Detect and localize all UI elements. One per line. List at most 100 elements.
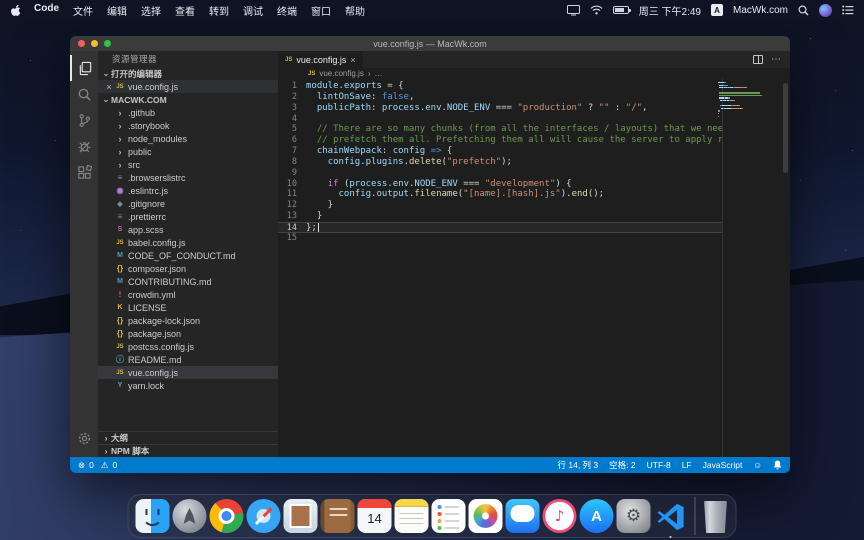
code-editor[interactable]: 1module.exports = {2 lintOnSave: false,3… <box>278 79 790 457</box>
dock-vscode-icon[interactable] <box>654 499 688 533</box>
dock-mail-icon[interactable] <box>284 499 318 533</box>
display-icon[interactable] <box>567 5 580 16</box>
dock-photos-icon[interactable] <box>469 499 503 533</box>
tree-item[interactable]: ◆.gitignore <box>98 197 278 210</box>
tree-item[interactable]: !crowdin.yml <box>98 288 278 301</box>
editor-scrollbar[interactable] <box>783 83 788 173</box>
code-line-12[interactable]: 12 } <box>278 200 723 211</box>
explorer-icon[interactable] <box>70 55 98 81</box>
feedback-smiley-icon[interactable]: ☺ <box>753 460 762 470</box>
breadcrumb[interactable]: JS vue.config.js › … <box>278 68 790 79</box>
dock-appstore-icon[interactable]: A <box>580 499 614 533</box>
tab-vue-config-js[interactable]: JS vue.config.js × <box>278 51 363 68</box>
dock-finder-icon[interactable] <box>136 499 170 533</box>
code-line-9[interactable]: 9 <box>278 168 723 179</box>
open-editors-header[interactable]: ⌄打开的编辑器 <box>98 67 278 80</box>
breadcrumb-more[interactable]: … <box>374 69 382 78</box>
dock-notes-icon[interactable] <box>395 499 429 533</box>
battery-icon[interactable] <box>613 6 629 14</box>
search-icon[interactable] <box>70 81 98 107</box>
tree-item[interactable]: ›node_modules <box>98 132 278 145</box>
status-item-4[interactable]: JavaScript <box>703 460 743 470</box>
dock-calendar-icon[interactable]: 14 <box>358 499 392 533</box>
menu-item-8[interactable]: 窗口 <box>311 3 331 18</box>
code-line-7[interactable]: 7 chainWebpack: config => { <box>278 146 723 157</box>
dock-trash-icon[interactable] <box>703 501 729 533</box>
tree-item[interactable]: ›public <box>98 145 278 158</box>
code-line-15[interactable]: 15 <box>278 233 723 244</box>
minimize-window-button[interactable] <box>91 40 98 47</box>
more-actions-icon[interactable]: ⋯ <box>771 54 782 65</box>
code-line-11[interactable]: 11 config.output.filename("[name].[hash]… <box>278 189 723 200</box>
tree-item[interactable]: ›src <box>98 158 278 171</box>
status-item-1[interactable]: 空格: 2 <box>609 459 635 471</box>
code-line-6[interactable]: 6 // prefetch them all. Prefetching them… <box>278 135 723 146</box>
source-control-icon[interactable] <box>70 107 98 133</box>
status-item-2[interactable]: UTF-8 <box>647 460 671 470</box>
open-editor-item[interactable]: × JS vue.config.js <box>98 80 278 93</box>
apple-menu-icon[interactable] <box>10 4 22 16</box>
tree-item[interactable]: MCONTRIBUTING.md <box>98 275 278 288</box>
debug-icon[interactable] <box>70 133 98 159</box>
notifications-bell-icon[interactable] <box>773 460 782 470</box>
spotlight-icon[interactable] <box>798 5 809 16</box>
tree-item[interactable]: ›.github <box>98 106 278 119</box>
folder-root-header[interactable]: ⌄MACWK.COM <box>98 93 278 106</box>
warning-count[interactable]: 0 <box>112 460 117 470</box>
dock-chrome-icon[interactable] <box>210 499 244 533</box>
menu-account[interactable]: MacWk.com <box>733 5 788 16</box>
status-item-0[interactable]: 行 14, 列 3 <box>558 459 599 471</box>
tree-item[interactable]: {}package.json <box>98 327 278 340</box>
close-tab-icon[interactable]: × <box>350 55 355 65</box>
status-item-3[interactable]: LF <box>682 460 692 470</box>
tree-item[interactable]: JSpostcss.config.js <box>98 340 278 353</box>
menu-item-6[interactable]: 调试 <box>243 3 263 18</box>
menu-item-2[interactable]: 编辑 <box>107 3 127 18</box>
tree-item[interactable]: MCODE_OF_CONDUCT.md <box>98 249 278 262</box>
notification-center-icon[interactable] <box>842 5 854 15</box>
settings-gear-icon[interactable] <box>70 425 98 451</box>
menu-item-7[interactable]: 终端 <box>277 3 297 18</box>
tree-item[interactable]: JSvue.config.js <box>98 366 278 379</box>
menu-item-5[interactable]: 转到 <box>209 3 229 18</box>
code-line-3[interactable]: 3 publicPath: process.env.NODE_ENV === "… <box>278 103 723 114</box>
tree-item[interactable]: Yyarn.lock <box>98 379 278 392</box>
input-source-icon[interactable]: A <box>711 4 723 16</box>
code-line-14[interactable]: 14}; <box>278 222 723 233</box>
menu-item-0[interactable]: Code <box>34 3 59 18</box>
code-line-4[interactable]: 4 <box>278 114 723 125</box>
tree-item[interactable]: JSbabel.config.js <box>98 236 278 249</box>
tree-item[interactable]: Sapp.scss <box>98 223 278 236</box>
dock-system-preferences-icon[interactable]: ⚙ <box>617 499 651 533</box>
tree-item[interactable]: ›.storybook <box>98 119 278 132</box>
window-titlebar[interactable]: vue.config.js — MacWk.com <box>70 36 790 51</box>
npm-scripts-section[interactable]: ›NPM 脚本 <box>98 444 278 457</box>
wifi-icon[interactable] <box>590 5 603 15</box>
tree-item[interactable]: ≡.prettierrc <box>98 210 278 223</box>
breadcrumb-file[interactable]: vue.config.js <box>319 69 363 78</box>
menu-item-9[interactable]: 帮助 <box>345 3 365 18</box>
error-icon[interactable]: ⊗ <box>78 460 85 471</box>
dock-launchpad-icon[interactable] <box>173 499 207 533</box>
menu-item-1[interactable]: 文件 <box>73 3 93 18</box>
outline-section[interactable]: ›大纲 <box>98 431 278 444</box>
menu-item-3[interactable]: 选择 <box>141 3 161 18</box>
tree-item[interactable]: ≡.browserslistrc <box>98 171 278 184</box>
close-window-button[interactable] <box>78 40 85 47</box>
tree-item[interactable]: {}package-lock.json <box>98 314 278 327</box>
tree-item[interactable]: ⓘREADME.md <box>98 353 278 366</box>
dock-safari-icon[interactable] <box>247 499 281 533</box>
code-line-13[interactable]: 13 } <box>278 211 723 222</box>
dock-music-icon[interactable]: ♪ <box>543 499 577 533</box>
code-line-5[interactable]: 5 // There are so many chunks (from all … <box>278 124 723 135</box>
close-editor-icon[interactable]: × <box>104 82 114 92</box>
code-line-8[interactable]: 8 config.plugins.delete("prefetch"); <box>278 157 723 168</box>
code-line-10[interactable]: 10 if (process.env.NODE_ENV === "develop… <box>278 179 723 190</box>
tree-item[interactable]: KLICENSE <box>98 301 278 314</box>
split-editor-icon[interactable] <box>753 55 763 64</box>
code-line-1[interactable]: 1module.exports = { <box>278 81 723 92</box>
warning-icon[interactable]: ⚠ <box>101 460 109 471</box>
minimap[interactable] <box>718 82 762 121</box>
menu-item-4[interactable]: 查看 <box>175 3 195 18</box>
zoom-window-button[interactable] <box>104 40 111 47</box>
